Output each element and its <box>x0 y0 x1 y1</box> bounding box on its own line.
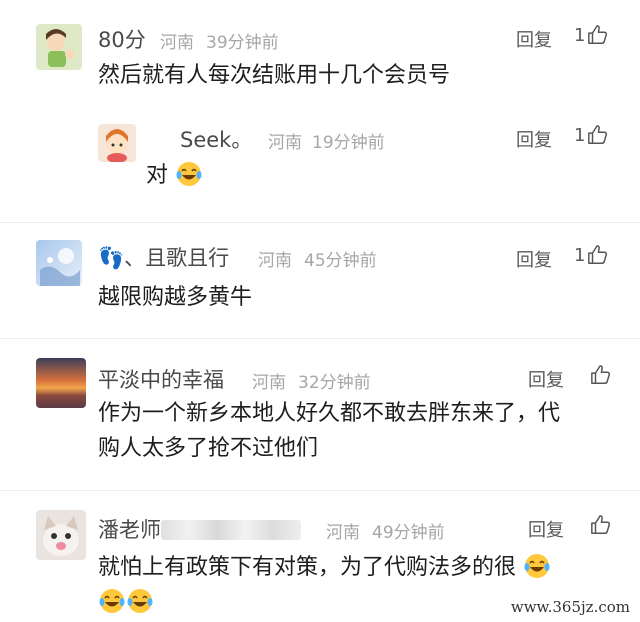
like-count: 1 <box>574 124 586 146</box>
blurred-username-suffix <box>161 520 301 540</box>
laughing-tears-emoji <box>98 587 126 615</box>
divider <box>0 222 640 223</box>
like-count: 1 <box>574 244 586 266</box>
reply-button[interactable]: 回复 <box>516 126 552 152</box>
comment-location: 河南 <box>252 373 286 393</box>
watermark: www.365jz.com <box>510 598 630 616</box>
reply-button[interactable]: 回复 <box>528 516 564 542</box>
reply-button[interactable]: 回复 <box>516 26 552 52</box>
divider <box>0 338 640 339</box>
laughing-tears-emoji <box>175 160 203 188</box>
thumbs-up-icon <box>588 25 608 44</box>
avatar[interactable] <box>36 358 86 408</box>
username[interactable]: 80分 <box>98 24 146 54</box>
like-button[interactable] <box>588 364 612 386</box>
avatar[interactable] <box>98 124 136 162</box>
comment-text: 就怕上有政策下有对策，为了代购法多的很 <box>98 550 551 620</box>
avatar[interactable] <box>36 24 82 70</box>
comment-time: 32分钟前 <box>298 373 371 393</box>
thumbs-up-icon <box>588 125 608 144</box>
laughing-tears-emoji <box>126 587 154 615</box>
laughing-tears-emoji <box>523 552 551 580</box>
comment-location: 河南 <box>268 133 302 153</box>
username[interactable]: 👣、且歌且行 <box>98 242 229 272</box>
like-button[interactable]: 1 <box>574 24 609 46</box>
like-button[interactable] <box>588 514 612 536</box>
comment-time: 19分钟前 <box>312 133 385 153</box>
username[interactable]: 平淡中的幸福 <box>98 364 224 394</box>
username[interactable]: 潘老师 <box>98 514 301 544</box>
like-button[interactable]: 1 <box>574 244 609 266</box>
avatar[interactable] <box>36 510 86 560</box>
comment-location: 河南 <box>258 251 292 271</box>
reply-button[interactable]: 回复 <box>516 246 552 272</box>
like-count: 1 <box>574 24 586 46</box>
comment-location: 河南 <box>326 523 360 543</box>
username[interactable]: Seek。 <box>180 124 252 154</box>
thumbs-up-icon <box>591 365 611 384</box>
reply-button[interactable]: 回复 <box>528 366 564 392</box>
thumbs-up-icon <box>591 515 611 534</box>
comment-text: 越限购越多黄牛 <box>98 285 253 310</box>
comment-time: 45分钟前 <box>304 251 377 271</box>
thumbs-up-icon <box>588 245 608 264</box>
comment-time: 39分钟前 <box>206 33 279 53</box>
footprints-icon: 👣 <box>98 246 125 270</box>
comment-text: 作为一个新乡本地人好久都不敢去胖东来了，代 购人太多了抢不过他们 <box>98 401 561 461</box>
comment-text: 对 <box>146 158 203 193</box>
avatar[interactable] <box>36 240 82 286</box>
comment-text: 然后就有人每次结账用十几个会员号 <box>98 63 451 88</box>
like-button[interactable]: 1 <box>574 124 609 146</box>
comment-time: 49分钟前 <box>372 523 445 543</box>
comment-location: 河南 <box>160 33 194 53</box>
divider <box>0 490 640 491</box>
